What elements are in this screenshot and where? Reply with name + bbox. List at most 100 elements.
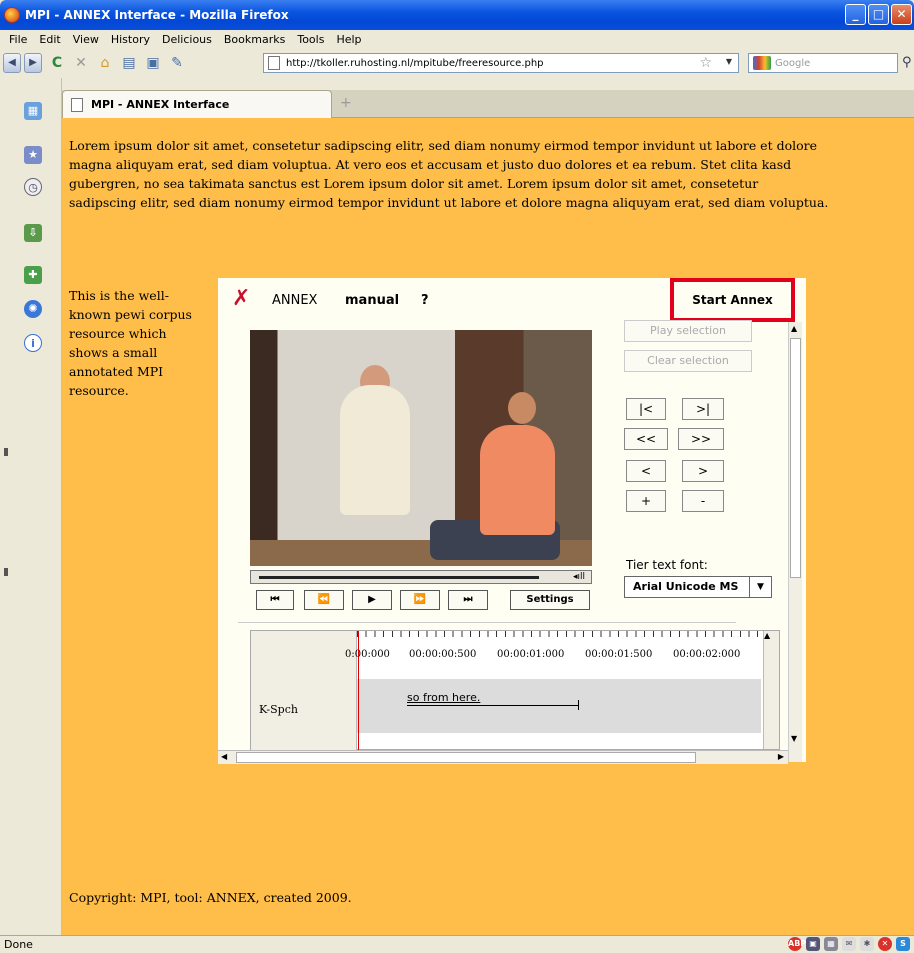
play-selection-button[interactable]: Play selection: [624, 320, 752, 342]
play-button[interactable]: ▶: [352, 590, 392, 610]
tab-annex[interactable]: MPI - ANNEX Interface: [62, 90, 332, 118]
clear-selection-button[interactable]: Clear selection: [624, 350, 752, 372]
step-forward-large-button[interactable]: >>: [678, 428, 724, 450]
annotation-text[interactable]: so from here.: [407, 691, 480, 704]
help-link[interactable]: ?: [421, 293, 429, 308]
scroll-right-icon[interactable]: ▶: [778, 752, 784, 761]
window-icon[interactable]: ▣: [806, 937, 820, 951]
status-bar: Done ABP ▣ ▦ ✉ ✱ ✕ S: [0, 935, 914, 953]
mail-icon[interactable]: ✉: [842, 937, 856, 951]
zoom-in-button[interactable]: +: [626, 490, 666, 512]
scrubber-track[interactable]: [259, 576, 539, 579]
first-frame-button[interactable]: |<: [626, 398, 666, 420]
horizontal-scroll-thumb[interactable]: [236, 752, 696, 763]
start-annex-button[interactable]: Start Annex: [670, 278, 795, 322]
horizontal-scrollbar[interactable]: ◀ ▶: [218, 750, 788, 764]
menu-help[interactable]: Help: [336, 33, 361, 46]
skype-icon[interactable]: S: [896, 937, 910, 951]
maximize-button[interactable]: □: [868, 4, 889, 25]
tier-font-value: Arial Unicode MS: [633, 580, 739, 593]
search-engine-icon[interactable]: [753, 56, 771, 70]
annex-panel: ◂ıll ⏮ ⏪ ▶ ⏩ ⏭ Settings Play selection C…: [218, 320, 804, 764]
menu-view[interactable]: View: [73, 33, 99, 46]
time-tick: 0:00:000: [345, 649, 390, 660]
step-back-large-button[interactable]: <<: [624, 428, 668, 450]
time-tick: 00:00:02:000: [673, 649, 741, 660]
vertical-scrollbar[interactable]: ▲ ▼: [788, 322, 802, 762]
bookmarks-star-icon[interactable]: ★: [24, 146, 42, 164]
scroll-up-icon[interactable]: ▲: [791, 324, 797, 333]
media-scrubber[interactable]: ◂ıll: [250, 570, 592, 584]
download-icon[interactable]: ⇩: [24, 224, 42, 242]
divider: [238, 622, 736, 623]
new-tab-icon[interactable]: +: [340, 95, 352, 111]
scroll-left-icon[interactable]: ◀: [221, 752, 227, 761]
menu-tools[interactable]: Tools: [297, 33, 324, 46]
sidebar-grip-bottom[interactable]: [4, 568, 8, 576]
zoom-out-button[interactable]: -: [682, 490, 724, 512]
tier-font-select[interactable]: Arial Unicode MS ▼: [624, 576, 772, 598]
sidebar-grip-top[interactable]: [4, 448, 8, 456]
url-bar[interactable]: http://tkoller.ruhosting.nl/mpitube/free…: [263, 53, 739, 73]
timeline-scrollbar[interactable]: ▲: [763, 631, 779, 749]
last-frame-button[interactable]: >|: [682, 398, 724, 420]
chevron-down-icon[interactable]: ▼: [749, 577, 771, 597]
manual-link[interactable]: manual: [345, 293, 399, 308]
go-to-start-button[interactable]: ⏮: [256, 590, 294, 610]
menu-history[interactable]: History: [111, 33, 150, 46]
addons-puzzle-icon[interactable]: ✚: [24, 266, 42, 284]
menu-file[interactable]: File: [9, 33, 27, 46]
playhead-cursor[interactable]: [358, 631, 359, 751]
tag-icon[interactable]: ▣: [144, 54, 162, 72]
fast-forward-button[interactable]: ⏩: [400, 590, 440, 610]
grid-icon[interactable]: ▦: [824, 937, 838, 951]
rewind-button[interactable]: ⏪: [304, 590, 344, 610]
time-tick: 00:00:01:000: [497, 649, 565, 660]
bookmark-toolbar-icon[interactable]: ▤: [120, 54, 138, 72]
step-back-button[interactable]: <: [626, 460, 666, 482]
tier-row[interactable]: so from here.: [357, 679, 761, 733]
scroll-down-icon[interactable]: ▼: [791, 734, 797, 743]
settings-button[interactable]: Settings: [510, 590, 590, 610]
picture-icon[interactable]: ▦: [24, 102, 42, 120]
tools-icon[interactable]: ✎: [168, 54, 186, 72]
close-button[interactable]: ✕: [891, 4, 912, 25]
scroll-up-icon[interactable]: ▲: [764, 631, 770, 640]
search-bar[interactable]: Google: [748, 53, 898, 73]
copyright: Copyright: MPI, tool: ANNEX, created 200…: [69, 890, 352, 905]
home-icon[interactable]: ⌂: [96, 54, 114, 72]
video-player[interactable]: [250, 330, 592, 566]
annotation-span[interactable]: [407, 705, 579, 706]
step-forward-button[interactable]: >: [682, 460, 724, 482]
history-clock-icon[interactable]: ◷: [24, 178, 42, 196]
error-icon[interactable]: ✕: [878, 937, 892, 951]
forward-button[interactable]: ▶: [24, 53, 42, 73]
reload-icon[interactable]: C: [48, 54, 66, 72]
menu-edit[interactable]: Edit: [39, 33, 60, 46]
bug-icon[interactable]: ✱: [860, 937, 874, 951]
search-icon[interactable]: ⚲: [902, 55, 912, 70]
resource-description: This is the well-known pewi corpus resou…: [69, 288, 192, 398]
minimize-button[interactable]: _: [845, 4, 866, 25]
stop-icon[interactable]: ✕: [72, 54, 90, 72]
time-ruler[interactable]: 0:00:000 00:00:00:500 00:00:01:000 00:00…: [345, 631, 761, 677]
tab-page-icon: [71, 97, 83, 112]
bookmark-star-icon[interactable]: ☆: [699, 55, 712, 71]
annex-logo-icon: ✗: [232, 286, 251, 311]
go-to-end-button[interactable]: ⏭: [448, 590, 488, 610]
menu-delicious[interactable]: Delicious: [162, 33, 212, 46]
tier-label[interactable]: K-Spch: [259, 703, 298, 716]
menu-bookmarks[interactable]: Bookmarks: [224, 33, 285, 46]
window-title-bar: MPI - ANNEX Interface - Mozilla Firefox …: [0, 0, 914, 30]
vertical-scroll-thumb[interactable]: [790, 338, 801, 578]
annotation-timeline[interactable]: K-Spch 0:00:000 00:00:00:500 00:00:01:00…: [250, 630, 780, 751]
volume-icon[interactable]: ◂ıll: [573, 572, 585, 582]
settings-gear-icon[interactable]: ✺: [24, 300, 42, 318]
adblock-icon[interactable]: ABP: [788, 937, 806, 951]
url-dropdown-icon[interactable]: ▼: [726, 57, 732, 66]
annotation-span-end: [578, 700, 579, 710]
video-person-right: [480, 425, 555, 535]
back-button[interactable]: ◀: [3, 53, 21, 73]
info-icon[interactable]: i: [24, 334, 42, 352]
annex-title: ANNEX: [272, 293, 318, 308]
